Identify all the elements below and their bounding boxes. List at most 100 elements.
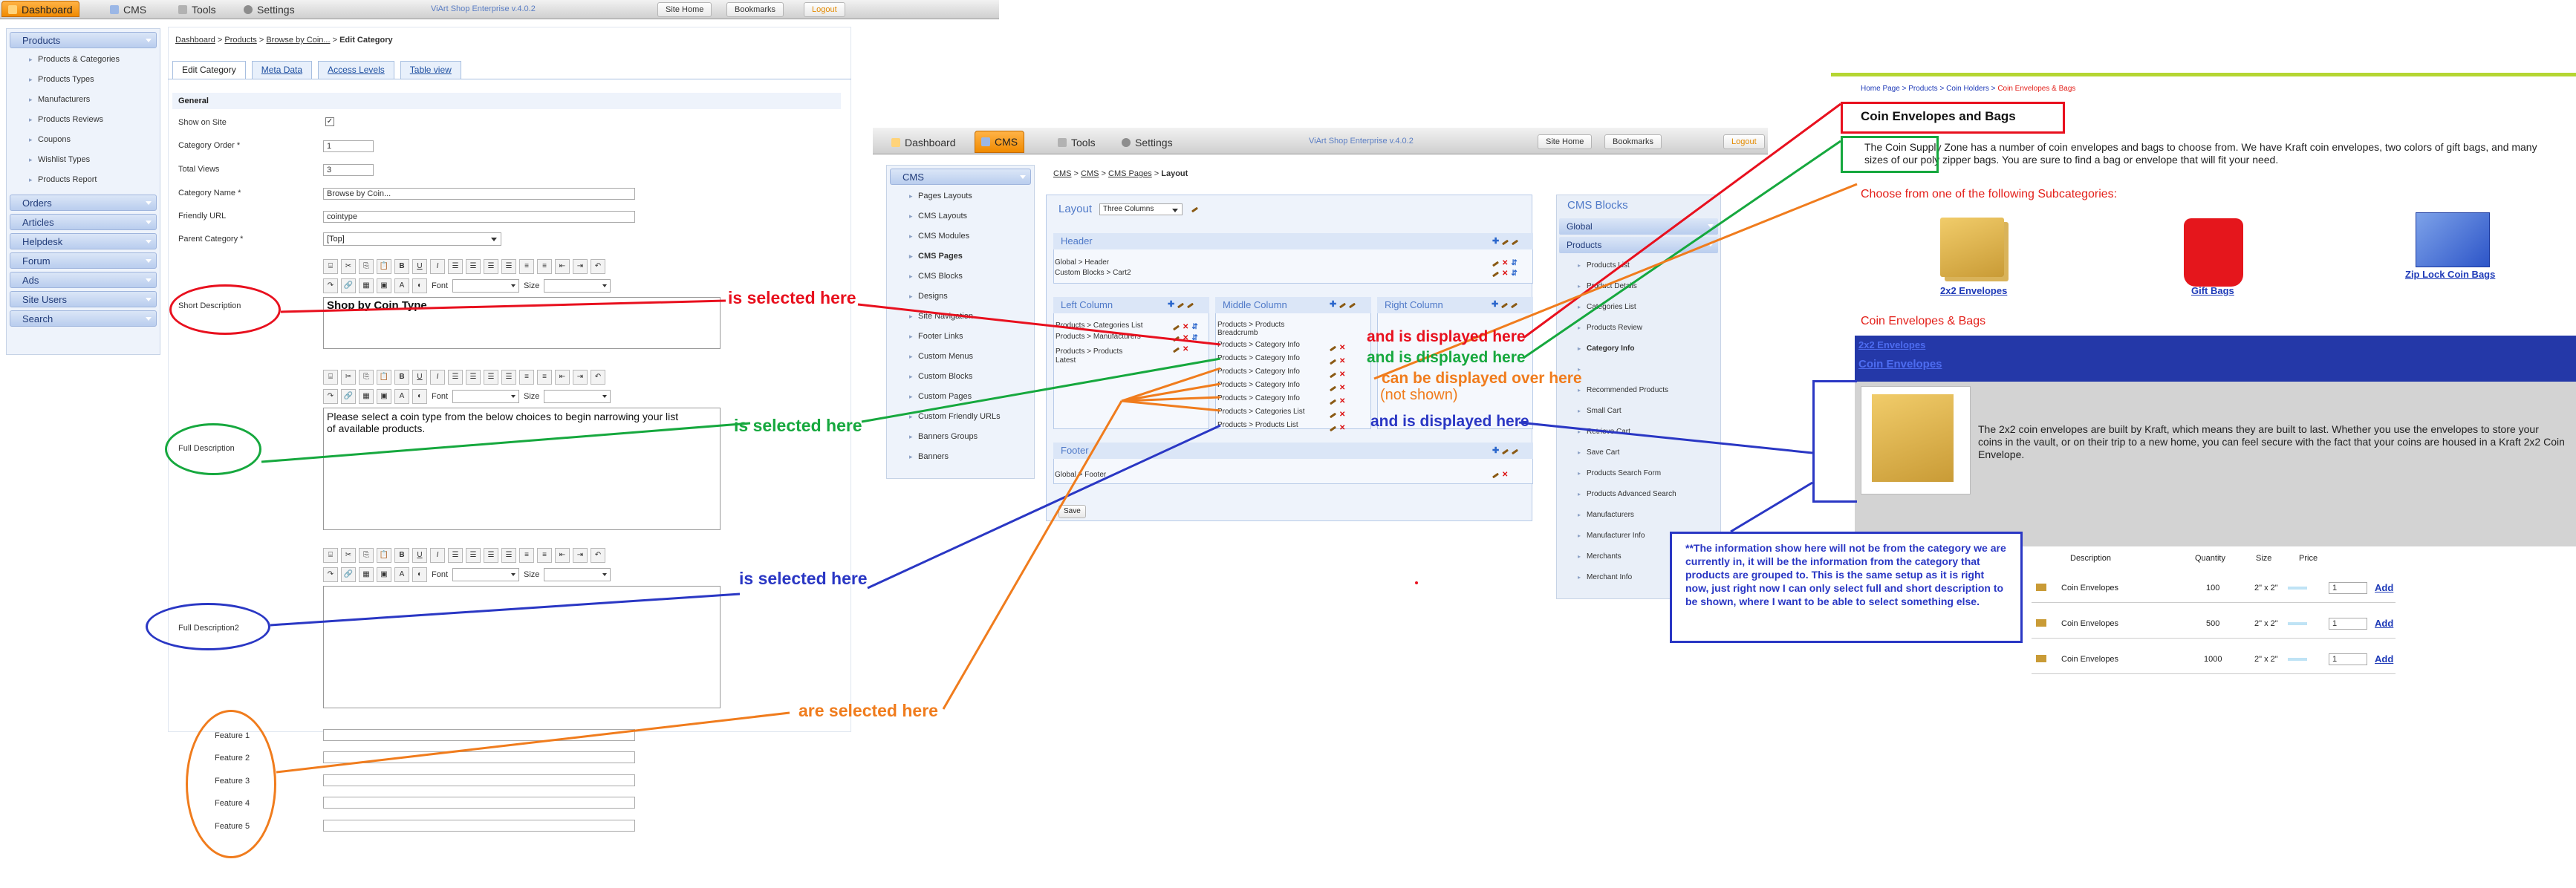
cut-icon[interactable]: ✂ — [341, 370, 356, 385]
delete-icon[interactable]: ✕ — [1339, 408, 1345, 419]
font-select[interactable] — [452, 568, 520, 581]
cms-sidebar-custom-friendly-urls[interactable]: Custom Friendly URLs — [887, 407, 1034, 427]
cms-sidebar-site-navigation[interactable]: Site Navigation — [887, 307, 1034, 327]
breadcrumb-browse[interactable]: Browse by Coin... — [266, 36, 330, 45]
font-color-icon[interactable]: A — [394, 278, 409, 293]
block-manufacturers[interactable]: Manufacturers — [1557, 505, 1720, 526]
move-icon[interactable] — [1329, 345, 1337, 352]
settings-icon[interactable] — [1187, 302, 1194, 309]
add-icon[interactable]: ✚ — [1492, 299, 1498, 309]
row-amount-input[interactable]: 1 — [2329, 582, 2367, 594]
table-icon[interactable]: ▦ — [359, 278, 374, 293]
move-icon[interactable] — [1172, 324, 1180, 331]
move-icon[interactable] — [1492, 271, 1500, 278]
highlight-icon[interactable]: ◐ — [412, 389, 427, 404]
copy-icon[interactable]: ⎘ — [359, 259, 374, 274]
tab-dashboard[interactable]: Dashboard — [1, 1, 79, 17]
subcat-2x2-link[interactable]: 2x2 Envelopes — [1940, 285, 2007, 296]
edit-icon[interactable] — [1502, 239, 1509, 246]
link-icon[interactable]: 🔗 — [341, 567, 356, 582]
move-icon[interactable] — [1329, 359, 1337, 365]
cms-breadcrumb-cms2[interactable]: CMS — [1081, 169, 1099, 178]
arrow-icon[interactable]: ⇵ — [1511, 258, 1517, 267]
cms-sidebar-designs[interactable]: Designs — [887, 287, 1034, 307]
settings-icon[interactable] — [1511, 302, 1518, 309]
cms-site-home-button[interactable]: Site Home — [1538, 134, 1593, 149]
align-right-icon[interactable]: ☰ — [484, 259, 498, 274]
image-icon[interactable]: ▣ — [377, 278, 391, 293]
arrow-icon[interactable]: ⇵ — [1191, 333, 1197, 342]
bold-icon[interactable]: B — [394, 548, 409, 563]
redo-icon[interactable]: ↷ — [323, 567, 338, 582]
size-select[interactable] — [544, 279, 611, 293]
tab-table-view[interactable]: Table view — [400, 61, 461, 79]
align-right-icon[interactable]: ☰ — [484, 370, 498, 385]
subcat-ziplock-image[interactable] — [2416, 212, 2490, 267]
category-name-input[interactable]: Browse by Coin... — [323, 188, 635, 200]
underline-icon[interactable]: U — [412, 548, 427, 563]
cms-sidebar-custom-blocks[interactable]: Custom Blocks — [887, 367, 1034, 387]
paste-icon[interactable]: 📋 — [377, 259, 391, 274]
copy-icon[interactable]: ⎘ — [359, 548, 374, 563]
logout-button[interactable]: Logout — [804, 2, 845, 17]
image-icon[interactable]: ▣ — [377, 567, 391, 582]
tab-tools[interactable]: Tools — [172, 1, 222, 18]
ordered-list-icon[interactable]: ≡ — [519, 259, 534, 274]
block-category-info[interactable]: Category Info — [1557, 339, 1720, 359]
store-blue-line1[interactable]: 2x2 Envelopes — [1858, 339, 1925, 350]
full-description2-textarea[interactable] — [323, 586, 721, 708]
sidebar-orders[interactable]: Orders — [10, 195, 157, 211]
outdent-icon[interactable]: ⇤ — [555, 370, 570, 385]
blocks-products[interactable]: Products — [1559, 237, 1718, 253]
highlight-icon[interactable]: ◐ — [412, 278, 427, 293]
font-color-icon[interactable]: A — [394, 567, 409, 582]
copy-icon[interactable]: ⎘ — [359, 370, 374, 385]
bold-icon[interactable]: B — [394, 259, 409, 274]
table-icon[interactable]: ▦ — [359, 567, 374, 582]
cms-sidebar-cms-blocks[interactable]: CMS Blocks — [887, 267, 1034, 287]
show-on-site-checkbox[interactable]: ✓ — [325, 117, 334, 126]
image-icon[interactable]: ▣ — [377, 389, 391, 404]
justify-icon[interactable]: ☰ — [501, 370, 516, 385]
arrow-icon[interactable]: ⇵ — [1511, 269, 1517, 278]
cms-sidebar-custom-pages[interactable]: Custom Pages — [887, 387, 1034, 407]
block-products-search-form[interactable]: Products Search Form — [1557, 463, 1720, 484]
underline-icon[interactable]: U — [412, 370, 427, 385]
layout-select[interactable]: Three Columns — [1099, 203, 1183, 215]
bold-icon[interactable]: B — [394, 370, 409, 385]
paste-icon[interactable]: 📋 — [377, 370, 391, 385]
parent-category-select[interactable]: [Top] — [323, 232, 501, 246]
outdent-icon[interactable]: ⇤ — [555, 259, 570, 274]
feature-1-input[interactable] — [323, 729, 635, 741]
delete-icon[interactable]: ✕ — [1339, 368, 1345, 379]
ordered-list-icon[interactable]: ≡ — [519, 548, 534, 563]
paste-icon[interactable]: 📋 — [377, 548, 391, 563]
redo-icon[interactable]: ↷ — [323, 389, 338, 404]
move-icon[interactable] — [1492, 472, 1500, 479]
cms-logout-button[interactable]: Logout — [1723, 134, 1765, 149]
save-button[interactable]: Save — [1058, 505, 1086, 518]
align-left-icon[interactable]: ☰ — [448, 548, 463, 563]
sidebar-articles[interactable]: Articles — [10, 214, 157, 230]
cut-icon[interactable]: ✂ — [341, 548, 356, 563]
tab-cms[interactable]: CMS — [104, 1, 152, 18]
feature-3-input[interactable] — [323, 774, 635, 786]
move-icon[interactable] — [1172, 336, 1180, 342]
sidebar-ads[interactable]: Ads — [10, 272, 157, 288]
font-color-icon[interactable]: A — [394, 389, 409, 404]
redo-icon[interactable]: ↷ — [323, 278, 338, 293]
delete-icon[interactable]: ✕ — [1502, 269, 1508, 278]
cut-icon[interactable]: ✂ — [341, 259, 356, 274]
size-select[interactable] — [544, 568, 611, 581]
font-select[interactable] — [452, 279, 520, 293]
justify-icon[interactable]: ☰ — [501, 259, 516, 274]
justify-icon[interactable]: ☰ — [501, 548, 516, 563]
delete-icon[interactable]: ✕ — [1339, 395, 1345, 405]
move-icon[interactable] — [1329, 425, 1337, 432]
full-description-textarea[interactable]: Please select a coin type from the below… — [323, 408, 721, 530]
total-views-input[interactable]: 3 — [323, 164, 374, 176]
edit-icon[interactable] — [1502, 448, 1509, 455]
feature-5-input[interactable] — [323, 820, 635, 832]
source-icon[interactable]: ⌸ — [323, 548, 338, 563]
delete-icon[interactable]: ✕ — [1502, 258, 1508, 267]
